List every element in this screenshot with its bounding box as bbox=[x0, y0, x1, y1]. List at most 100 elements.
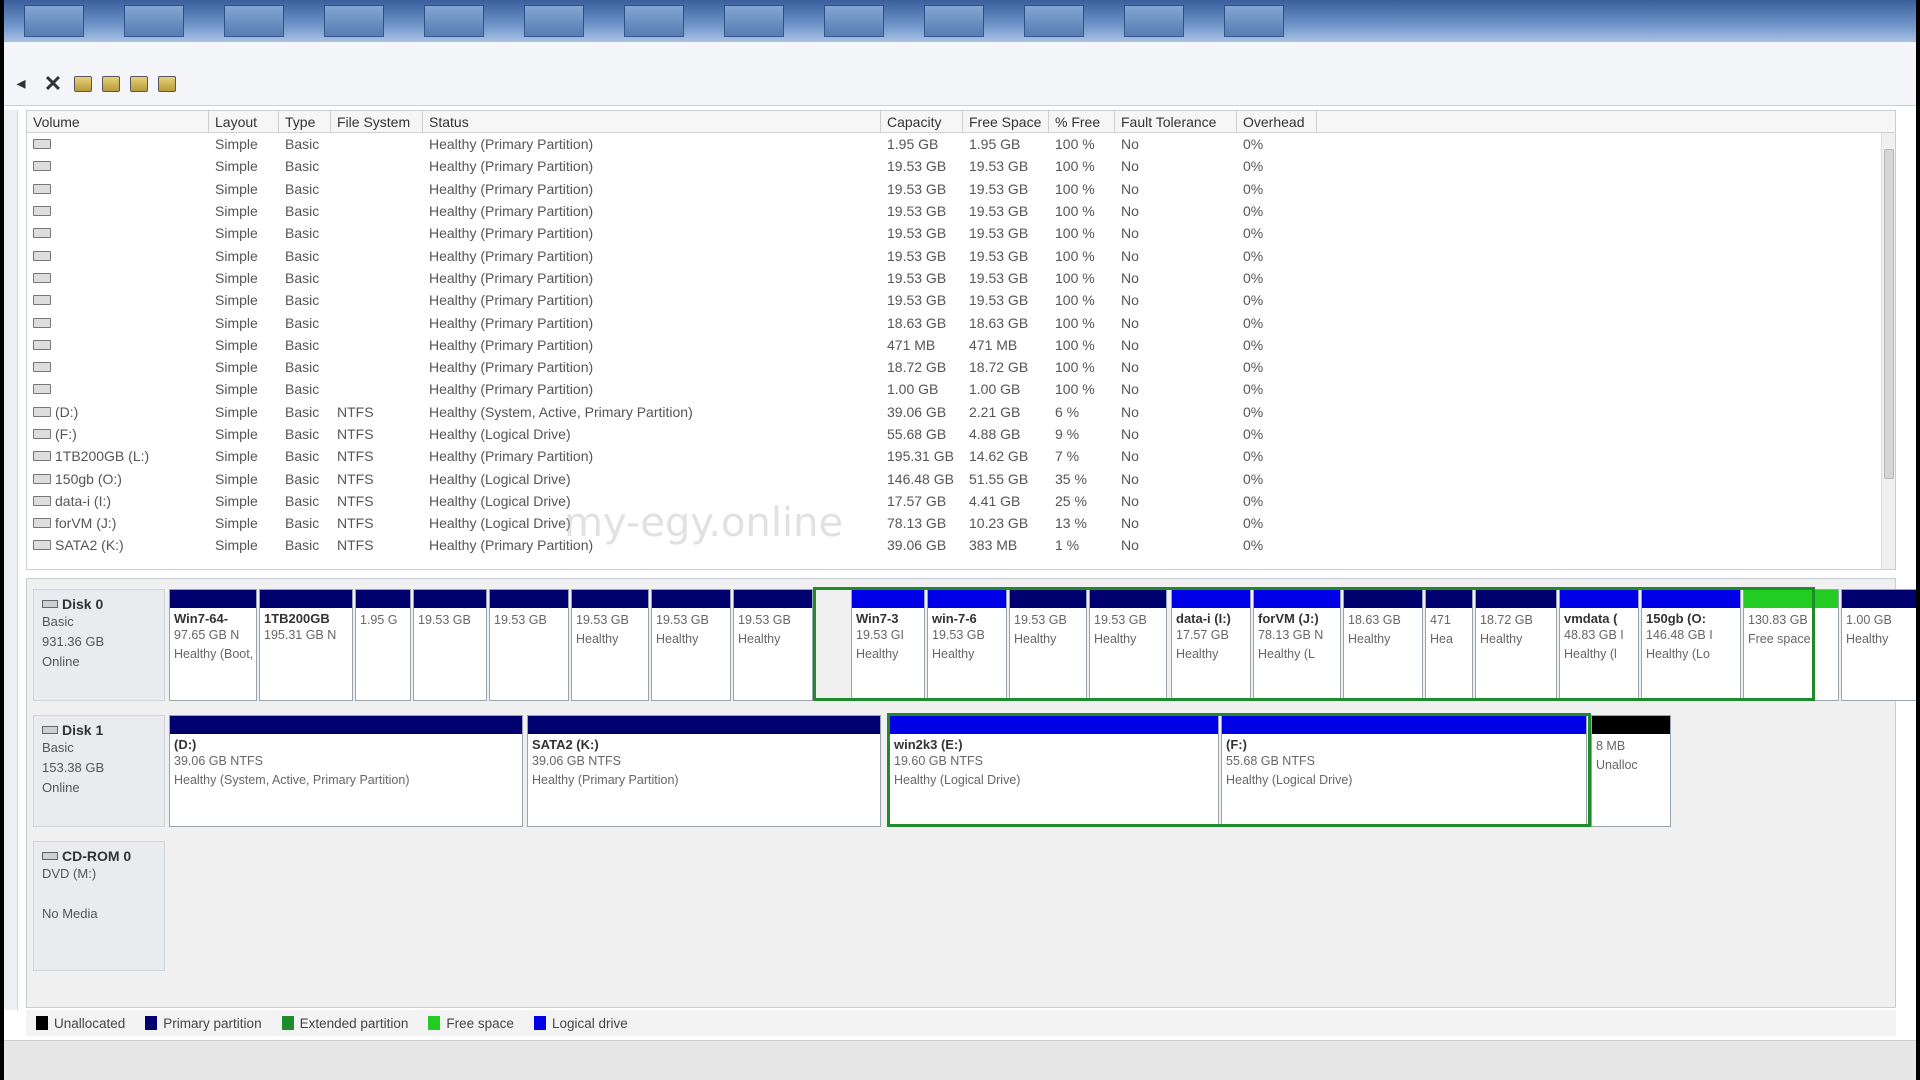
partition[interactable]: 18.63 GB Healthy bbox=[1343, 589, 1423, 701]
partition[interactable]: 19.53 GB Healthy bbox=[651, 589, 731, 701]
back-icon[interactable]: ◂ bbox=[10, 73, 32, 95]
table-row[interactable]: Simple Basic Healthy (Primary Partition) 19… bbox=[27, 267, 1895, 289]
table-row[interactable]: SATA2 (K:) Simple Basic NTFS Healthy (Primar… bbox=[27, 534, 1895, 556]
taskbar-thumbnail[interactable] bbox=[924, 5, 984, 37]
partition[interactable]: 150gb (O: 146.48 GB I Healthy (Lo bbox=[1641, 589, 1741, 701]
partition[interactable]: 8 MB Unalloc bbox=[1591, 715, 1671, 827]
disk-info[interactable]: Disk 1 Basic 153.38 GB Online bbox=[33, 715, 165, 827]
taskbar-thumbnail[interactable] bbox=[324, 5, 384, 37]
taskbar-thumbnail[interactable] bbox=[824, 5, 884, 37]
partition-color-bar bbox=[260, 590, 352, 608]
partition[interactable]: vmdata (48.83 GB I Healthy (l bbox=[1559, 589, 1639, 701]
partition-status: Hea bbox=[1430, 632, 1453, 646]
scrollbar-thumb[interactable] bbox=[1884, 149, 1894, 479]
column-header[interactable]: File System bbox=[331, 111, 423, 132]
open-icon[interactable] bbox=[102, 75, 120, 92]
legend-label: Primary partition bbox=[163, 1015, 262, 1031]
table-row[interactable]: 1TB200GB (L:) Simple Basic NTFS Healthy (Pri… bbox=[27, 445, 1895, 467]
explore-icon[interactable] bbox=[130, 75, 148, 92]
taskbar-strip bbox=[4, 0, 1916, 42]
partition[interactable]: 1.95 G bbox=[355, 589, 411, 701]
table-row[interactable]: Simple Basic Healthy (Primary Partition) 1.… bbox=[27, 133, 1895, 155]
partition[interactable]: (D:) 39.06 GB NTFS Healthy (System, Active… bbox=[169, 715, 523, 827]
table-cell bbox=[27, 139, 209, 150]
vertical-scrollbar[interactable] bbox=[1881, 133, 1895, 569]
taskbar-thumbnail[interactable] bbox=[424, 5, 484, 37]
table-row[interactable]: Simple Basic Healthy (Primary Partition) 18… bbox=[27, 311, 1895, 333]
partition[interactable]: 19.53 GB Healthy bbox=[571, 589, 649, 701]
table-row[interactable]: Simple Basic Healthy (Primary Partition) 19… bbox=[27, 244, 1895, 266]
volume-list: Volume Layout Type File System Status Capacit… bbox=[26, 110, 1896, 570]
legend-item: Primary partition bbox=[145, 1015, 262, 1031]
partition[interactable]: 19.53 GB Healthy bbox=[1009, 589, 1087, 701]
partition-name: (F:) bbox=[1226, 737, 1247, 752]
table-row[interactable]: (D:) Simple Basic NTFS Healthy (System, Acti… bbox=[27, 401, 1895, 423]
partition[interactable]: 19.53 GB Healthy bbox=[733, 589, 813, 701]
taskbar-thumbnail[interactable] bbox=[124, 5, 184, 37]
partition[interactable]: 19.53 GB bbox=[489, 589, 569, 701]
table-cell: Simple bbox=[215, 225, 258, 242]
partition[interactable]: forVM (J:) 78.13 GB N Healthy (L bbox=[1253, 589, 1341, 701]
partition[interactable]: SATA2 (K:) 39.06 GB NTFS Healthy (Primary … bbox=[527, 715, 881, 827]
partition[interactable]: Win7-3 19.53 GI Healthy bbox=[851, 589, 925, 701]
partition-name: 1TB200GB bbox=[264, 611, 330, 626]
partition[interactable]: 18.72 GB Healthy bbox=[1475, 589, 1557, 701]
table-cell: 100 % bbox=[1055, 247, 1095, 264]
table-cell: Basic bbox=[285, 359, 320, 376]
table-cell: Healthy (Primary Partition) bbox=[429, 314, 594, 331]
taskbar-thumbnail[interactable] bbox=[524, 5, 584, 37]
table-cell: 19.53 GB bbox=[887, 180, 947, 197]
table-row[interactable]: Simple Basic Healthy (Primary Partition) 19… bbox=[27, 178, 1895, 200]
taskbar-thumbnail[interactable] bbox=[624, 5, 684, 37]
partition[interactable]: 130.83 GB Free space bbox=[1743, 589, 1839, 701]
table-row[interactable]: (F:) Simple Basic NTFS Healthy (Logical Driv… bbox=[27, 423, 1895, 445]
table-row[interactable]: Simple Basic Healthy (Primary Partition) 19… bbox=[27, 222, 1895, 244]
drive-icon bbox=[33, 250, 51, 261]
taskbar-thumbnail[interactable] bbox=[724, 5, 784, 37]
column-header[interactable]: Volume bbox=[27, 111, 209, 132]
table-row[interactable]: forVM (J:) Simple Basic NTFS Healthy (Logica… bbox=[27, 512, 1895, 534]
table-row[interactable]: 150gb (O:) Simple Basic NTFS Healthy (Logica… bbox=[27, 467, 1895, 489]
disk-info[interactable]: Disk 0 Basic 931.36 GB Online bbox=[33, 589, 165, 701]
partition[interactable]: Win7-64- 97.65 GB N Healthy (Boot, Page Fi… bbox=[169, 589, 257, 701]
partition[interactable]: 19.53 GB bbox=[413, 589, 487, 701]
taskbar-thumbnail[interactable] bbox=[1024, 5, 1084, 37]
table-row[interactable]: Simple Basic Healthy (Primary Partition) 19… bbox=[27, 155, 1895, 177]
partition[interactable]: win-7-6 19.53 GB Healthy bbox=[927, 589, 1007, 701]
table-row[interactable]: Simple Basic Healthy (Primary Partition) 19… bbox=[27, 289, 1895, 311]
column-header[interactable]: Free Space bbox=[963, 111, 1049, 132]
table-row[interactable]: Simple Basic Healthy (Primary Partition) 1.… bbox=[27, 378, 1895, 400]
table-row[interactable]: Simple Basic Healthy (Primary Partition) 47… bbox=[27, 334, 1895, 356]
watermark-text: my-egy.online bbox=[564, 500, 844, 546]
partition[interactable]: 1TB200GB 195.31 GB N bbox=[259, 589, 353, 701]
table-cell bbox=[27, 317, 209, 328]
partition[interactable]: data-i (I:) 17.57 GB Healthy bbox=[1171, 589, 1251, 701]
column-header[interactable]: Layout bbox=[209, 111, 279, 132]
taskbar-thumbnail[interactable] bbox=[224, 5, 284, 37]
table-row[interactable]: Simple Basic Healthy (Primary Partition) 19… bbox=[27, 200, 1895, 222]
cdrom-info[interactable]: CD-ROM 0 DVD (M:) No Media bbox=[33, 841, 165, 971]
column-header[interactable]: Type bbox=[279, 111, 331, 132]
taskbar-thumbnail[interactable] bbox=[1224, 5, 1284, 37]
taskbar-thumbnail[interactable] bbox=[24, 5, 84, 37]
partition[interactable]: 1.00 GB Healthy bbox=[1841, 589, 1916, 701]
table-row[interactable]: data-i (I:) Simple Basic NTFS Healthy (Logic… bbox=[27, 490, 1895, 512]
column-header[interactable]: Overhead bbox=[1237, 111, 1317, 132]
partition[interactable]: 471 Hea bbox=[1425, 589, 1473, 701]
table-cell: 0% bbox=[1243, 136, 1264, 153]
table-cell: Basic bbox=[285, 203, 320, 220]
column-header[interactable]: % Free bbox=[1049, 111, 1115, 132]
legend-swatch bbox=[533, 1016, 546, 1030]
column-header[interactable]: Capacity bbox=[881, 111, 963, 132]
column-header[interactable]: Status bbox=[423, 111, 881, 132]
partition[interactable]: 19.53 GB Healthy bbox=[1089, 589, 1167, 701]
properties-icon[interactable] bbox=[74, 75, 92, 92]
table-row[interactable]: Simple Basic Healthy (Primary Partition) 18… bbox=[27, 356, 1895, 378]
help-icon[interactable] bbox=[158, 75, 176, 92]
partition[interactable]: win2k3 (E:) 19.60 GB NTFS Healthy (Logical… bbox=[889, 715, 1219, 827]
taskbar-thumbnail[interactable] bbox=[1124, 5, 1184, 37]
column-header[interactable]: Fault Tolerance bbox=[1115, 111, 1237, 132]
partition[interactable]: (F:) 55.68 GB NTFS Healthy (Logical Drive) bbox=[1221, 715, 1587, 827]
delete-icon[interactable]: ✕ bbox=[42, 71, 64, 96]
volume-list-header: Volume Layout Type File System Status Capacit… bbox=[27, 111, 1895, 133]
